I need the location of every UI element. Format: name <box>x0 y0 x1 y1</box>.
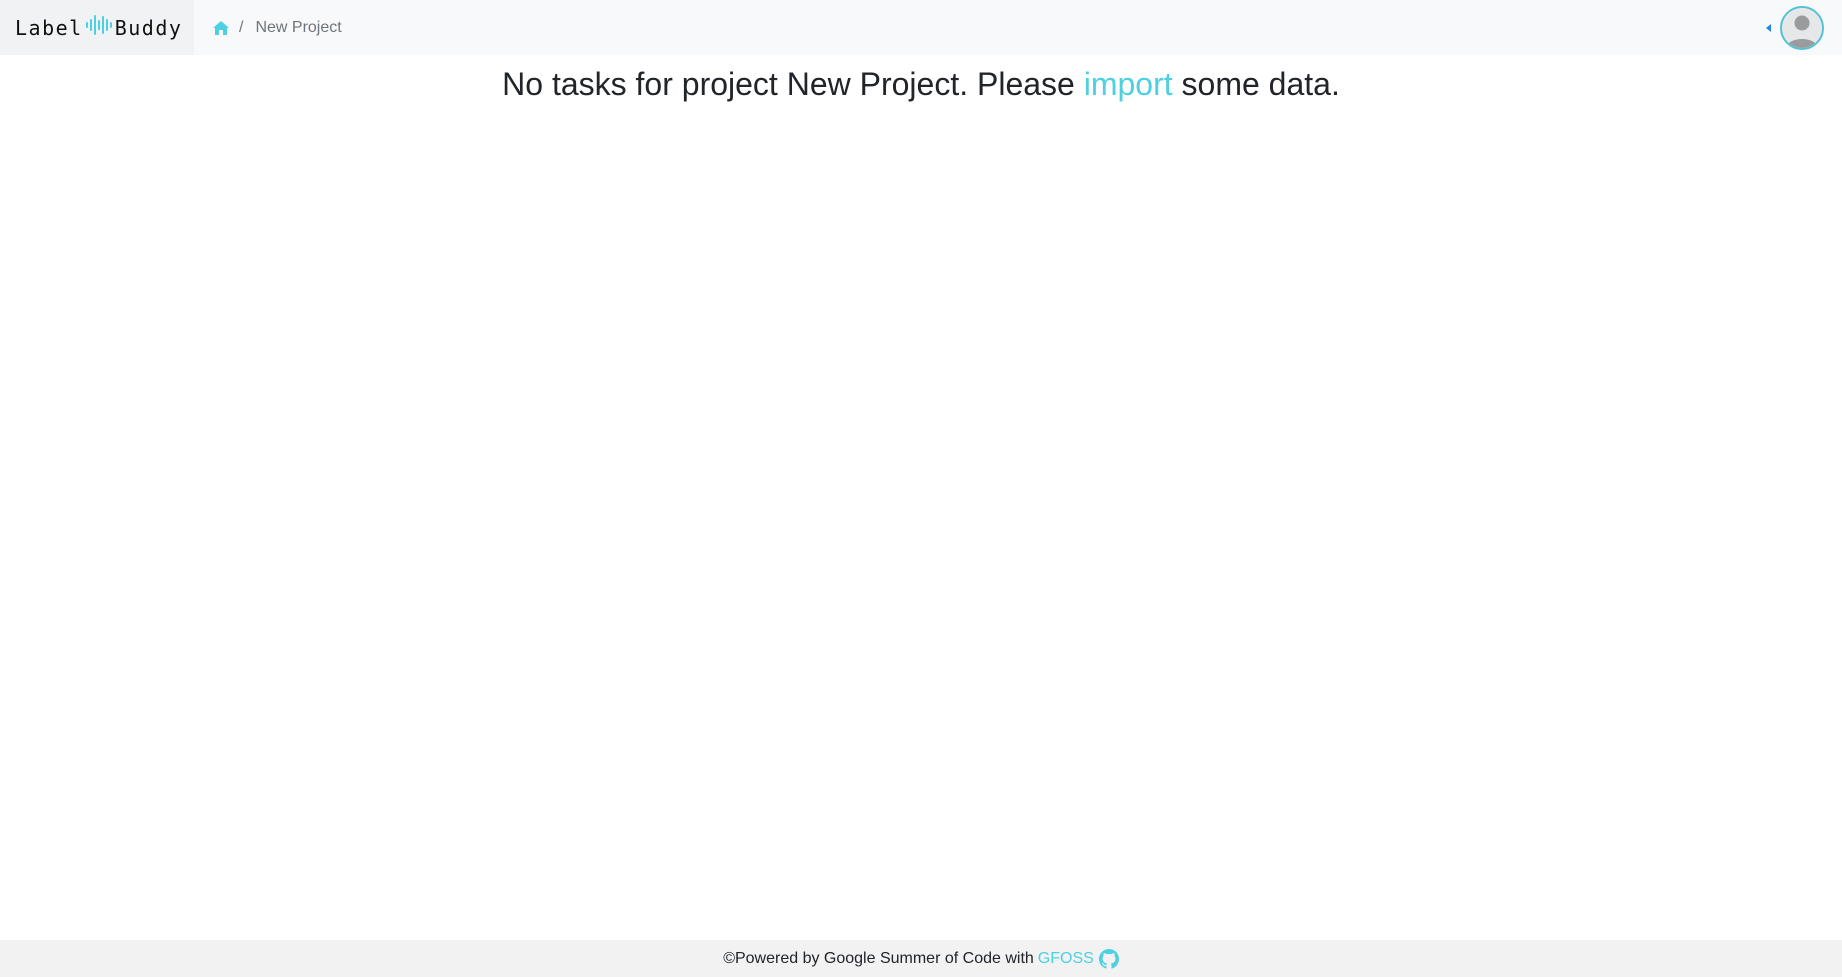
brand-buddy-text: Buddy <box>114 15 183 40</box>
github-icon[interactable] <box>1098 948 1119 969</box>
home-icon[interactable] <box>212 20 230 36</box>
gfoss-link[interactable]: GFOSS <box>1038 950 1094 968</box>
footer-text: ©Powered by Google Summer of Code with <box>723 949 1034 967</box>
brand-label-text: Label <box>15 15 83 40</box>
waveform-icon <box>85 14 113 41</box>
caret-left-icon[interactable] <box>1766 24 1771 32</box>
navbar: Label Buddy / New Project <box>0 0 1842 55</box>
user-menu <box>1766 6 1824 50</box>
breadcrumb-separator: / <box>239 18 244 36</box>
breadcrumb: / New Project <box>212 19 342 37</box>
breadcrumb-current-project: New Project <box>255 18 342 36</box>
empty-tasks-message: No tasks for project New Project. Please… <box>0 62 1842 106</box>
import-link[interactable]: import <box>1084 66 1173 102</box>
page: Label Buddy / New Project No tasks for p… <box>0 0 1842 977</box>
message-prefix: No tasks for project New Project. Please <box>502 66 1084 102</box>
user-avatar-icon[interactable] <box>1780 6 1824 50</box>
footer: ©Powered by Google Summer of Code with G… <box>0 940 1842 977</box>
message-suffix: some data. <box>1172 66 1340 102</box>
brand-logo[interactable]: Label Buddy <box>0 0 194 55</box>
